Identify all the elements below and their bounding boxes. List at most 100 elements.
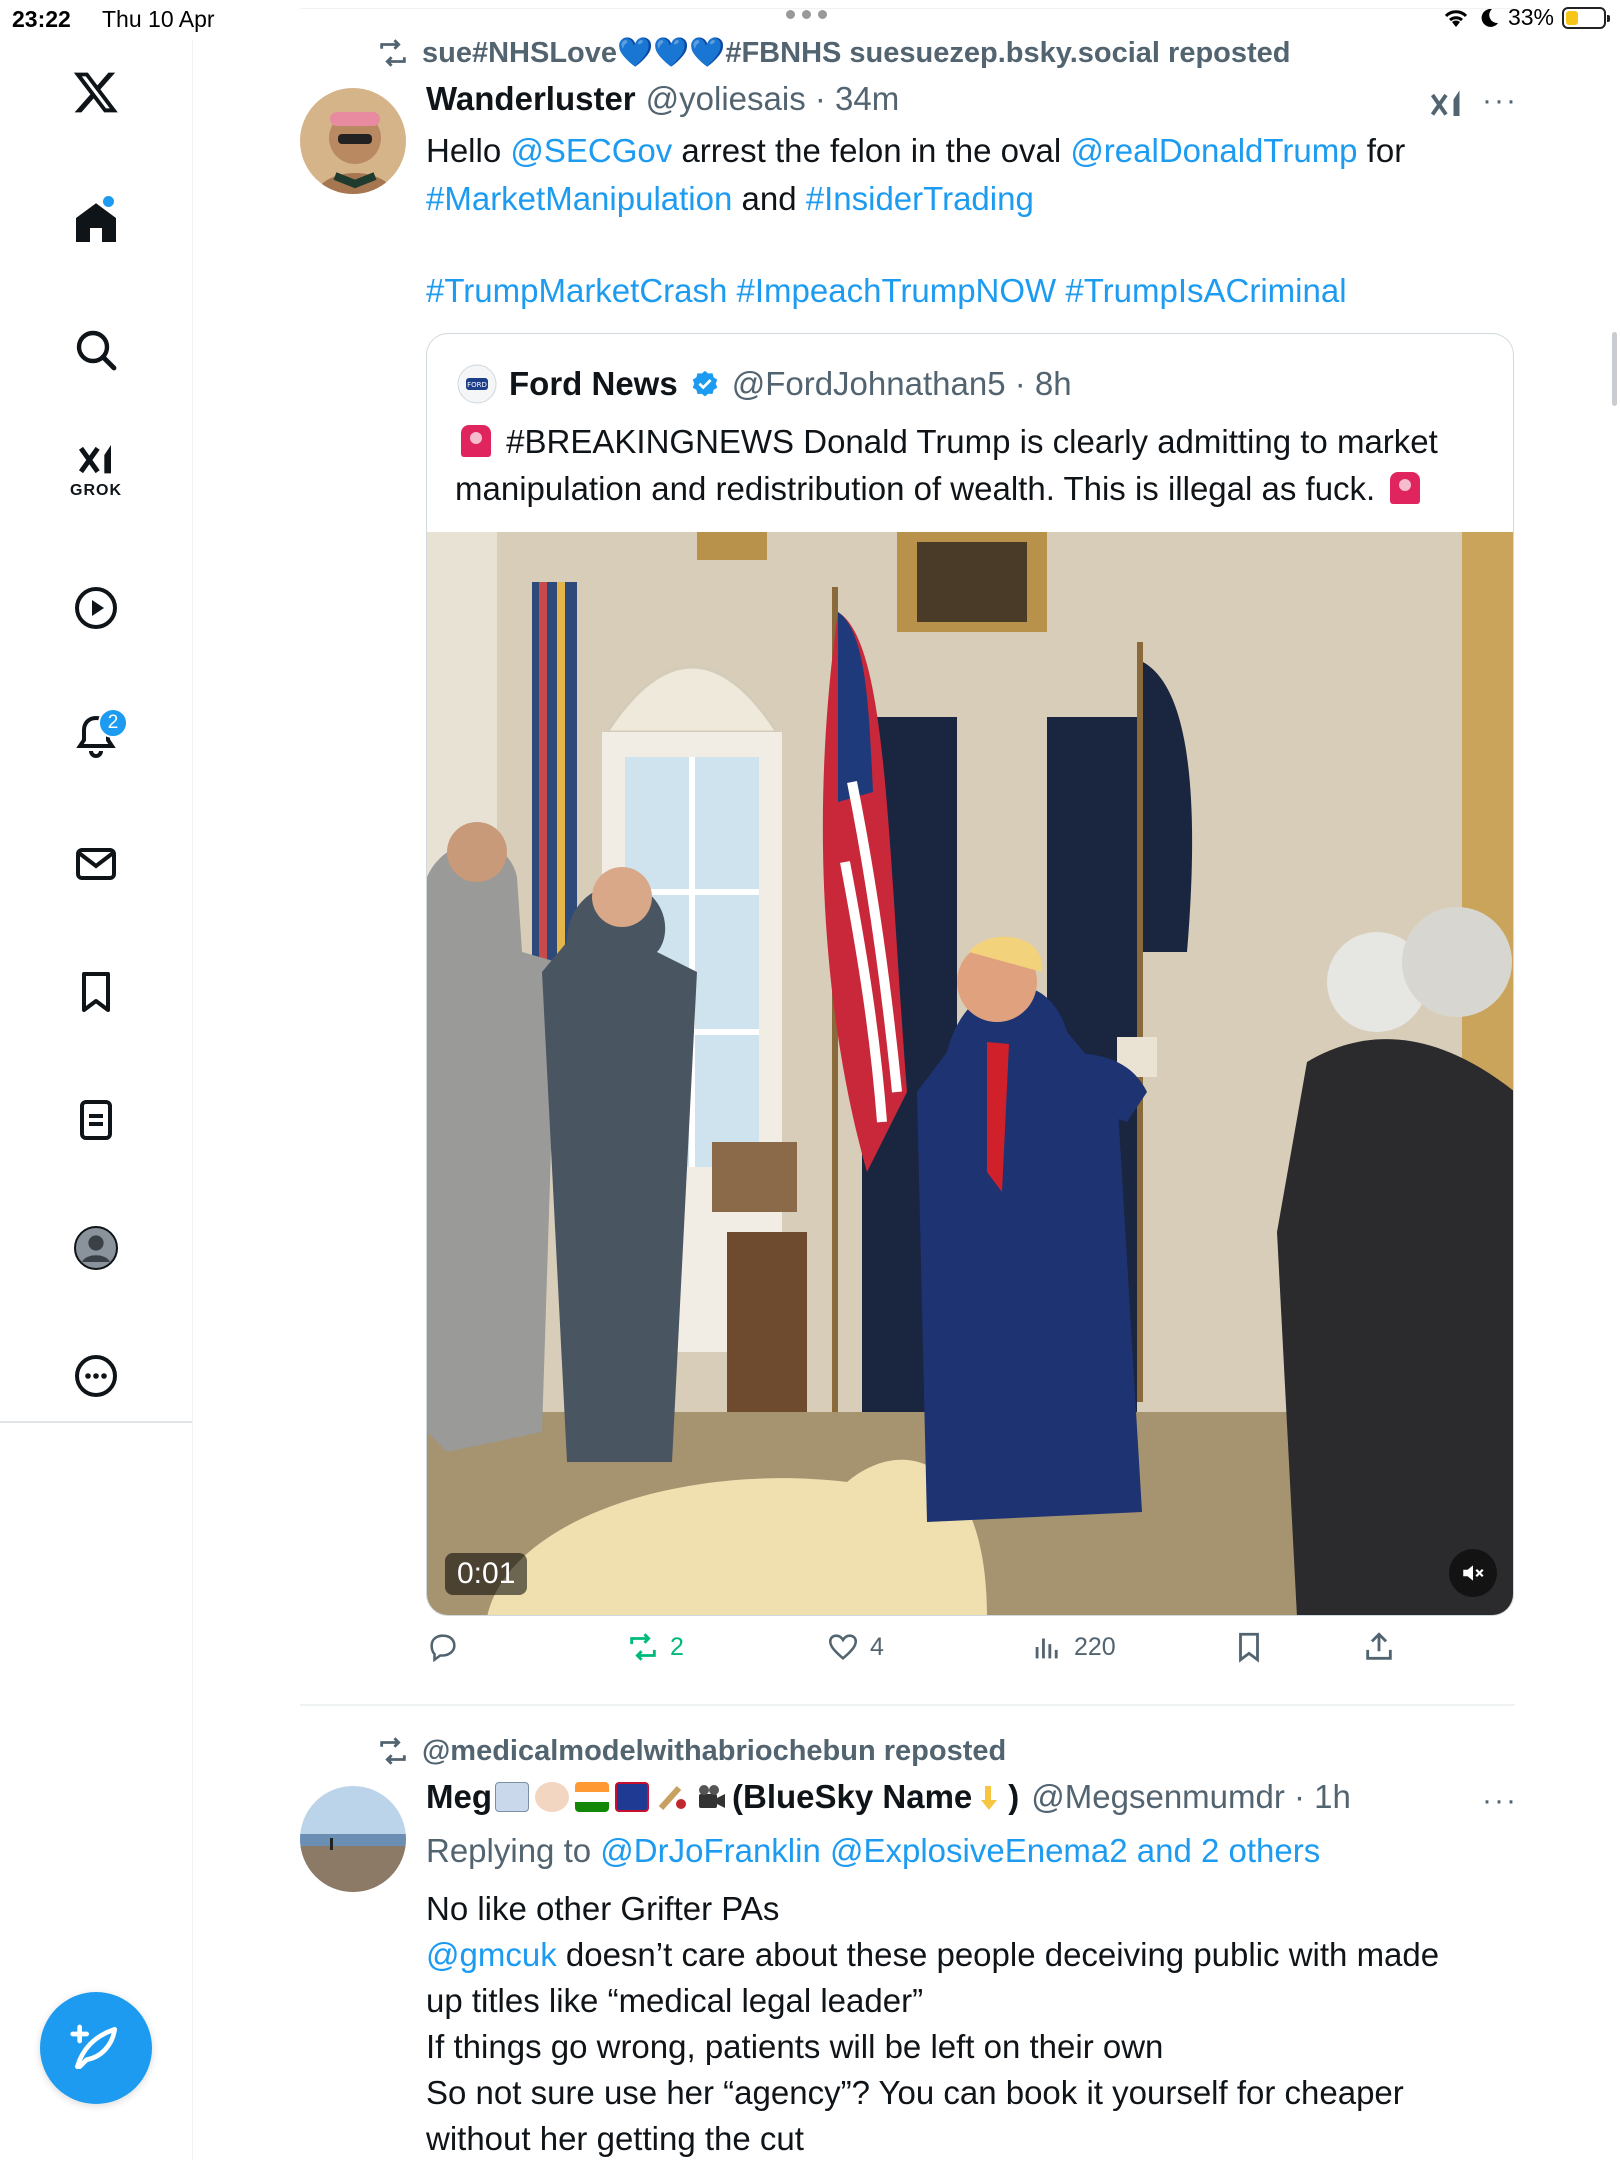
more-circle-icon (75, 1355, 117, 1397)
avatar[interactable] (300, 1786, 406, 1892)
play-circle-icon (75, 587, 117, 629)
author-name[interactable]: Wanderluster (426, 80, 636, 118)
repost-text: @medicalmodelwithabriochebun reposted (422, 1734, 1007, 1767)
post-text-line-4: If things go wrong, patients will be lef… (426, 2028, 1164, 2065)
x-logo[interactable] (56, 52, 136, 132)
sidebar-item-more[interactable] (56, 1336, 136, 1416)
speaker-muted-icon (1463, 1565, 1484, 1581)
movie-camera-emoji-icon (695, 1782, 729, 1812)
bookmark-icon (1239, 1632, 1259, 1663)
quoted-avatar[interactable]: FORD (457, 364, 497, 404)
repost-icon (380, 39, 406, 67)
repost-button[interactable]: 2 (626, 1630, 684, 1664)
grok-icon[interactable] (1428, 86, 1464, 122)
list-icon (80, 1100, 112, 1140)
cricket-emoji-icon (655, 1782, 689, 1812)
status-time: 23:22 (12, 6, 71, 32)
author-name-prefix[interactable]: Meg (426, 1778, 492, 1816)
quoted-author-handle[interactable]: @FordJohnathan5 · 8h (732, 365, 1072, 403)
hashtag-link[interactable]: #MarketManipulation (426, 180, 732, 217)
sidebar-nav: GROK 2 (0, 40, 192, 1423)
search-icon (76, 330, 117, 371)
siren-emoji-icon (1390, 472, 1421, 504)
sidebar-item-bookmarks[interactable] (56, 952, 136, 1032)
post-action-bar: 2 4 220 (426, 1630, 1426, 1680)
text-segment: for (1357, 132, 1406, 169)
sidebar-item-lists[interactable] (56, 1080, 136, 1160)
author-handle[interactable]: @yoliesais · 34m (646, 80, 900, 118)
sidebar-item-explore[interactable] (56, 310, 136, 390)
family-emoji-icon (495, 1782, 529, 1812)
mention-link[interactable]: @realDonaldTrump (1070, 132, 1357, 169)
avatar-photo (300, 1786, 406, 1892)
replying-to-label: Replying to (426, 1832, 601, 1869)
post-text-line-3: up titles like “medical legal leader” (426, 1982, 924, 2019)
share-icon (1366, 1632, 1392, 1660)
more-options-icon[interactable]: ··· (1482, 84, 1518, 118)
like-button[interactable]: 4 (826, 1630, 884, 1664)
scrollbar[interactable] (1612, 332, 1617, 406)
repost-icon (380, 1737, 406, 1765)
compose-post-button[interactable] (40, 1992, 152, 2104)
sidebar-item-home[interactable] (56, 182, 136, 262)
quoted-author-name[interactable]: Ford News (509, 365, 678, 403)
bookmark-button[interactable] (1232, 1630, 1266, 1664)
repost-attribution[interactable]: @medicalmodelwithabriochebun reposted (376, 1734, 1006, 1768)
post-text-line-2: @gmcuk doesn’t care about these people d… (426, 1932, 1439, 1978)
view-count: 220 (1074, 1632, 1116, 1661)
text-segment: arrest the felon in the oval (672, 132, 1071, 169)
sidebar-item-notifications[interactable]: 2 (56, 696, 136, 776)
quoted-post-header: FORD Ford News @FordJohnathan5 · 8h (457, 364, 1072, 404)
hashtag-links[interactable]: #TrumpMarketCrash #ImpeachTrumpNOW #Trum… (426, 268, 1347, 314)
quoted-post-text: #BREAKINGNEWS Donald Trump is clearly ad… (455, 418, 1438, 512)
feed-top-divider (300, 8, 1515, 9)
hashtag-link[interactable]: #InsiderTrading (806, 180, 1034, 217)
author-handle[interactable]: @Megsenmumdr · 1h (1031, 1778, 1351, 1816)
sidebar: GROK 2 (0, 40, 193, 2160)
mention-link[interactable]: @SECGov (510, 132, 672, 169)
more-options-icon[interactable]: ··· (1482, 1784, 1518, 1818)
author-name-suffix[interactable]: (BlueSky Name (732, 1778, 972, 1816)
repost-attribution[interactable]: sue#NHSLove💙💙💙#FBNHS suesuezep.bsky.soci… (376, 36, 1291, 70)
quoted-post-card[interactable]: FORD Ford News @FordJohnathan5 · 8h #BRE… (426, 333, 1514, 1616)
x-logo-icon (73, 72, 118, 113)
sidebar-item-videos[interactable] (56, 568, 136, 648)
sidebar-item-messages[interactable] (56, 824, 136, 904)
post-divider (300, 1704, 1515, 1706)
video-timecode: 0:01 (445, 1553, 528, 1595)
text-segment: doesn’t care about these people deceivin… (556, 1936, 1440, 1973)
india-flag-icon (575, 1782, 609, 1812)
like-count: 4 (870, 1632, 884, 1661)
wifi-icon (1444, 9, 1468, 27)
sidebar-item-profile[interactable] (56, 1208, 136, 1288)
views-button[interactable]: 220 (1030, 1630, 1116, 1664)
reply-mentions-link[interactable]: @DrJoFranklin @ExplosiveEnema2 and 2 oth… (600, 1832, 1320, 1869)
share-button[interactable] (1362, 1630, 1396, 1664)
author-name-close[interactable]: ) (1008, 1778, 1019, 1816)
repost-text: sue#NHSLove💙💙💙#FBNHS suesuezep.bsky.soci… (422, 37, 1291, 69)
avatar[interactable] (300, 88, 406, 194)
pointing-down-emoji-icon (975, 1782, 1005, 1812)
reply-icon (430, 1634, 456, 1663)
notification-badge: 2 (98, 708, 128, 738)
post-text-line-1: No like other Grifter PAs (426, 1890, 780, 1927)
verified-badge-icon (692, 370, 717, 397)
video-player[interactable]: 0:01 (427, 532, 1513, 1615)
reply-button[interactable] (426, 1630, 460, 1664)
post-text-line-2: #MarketManipulation and #InsiderTrading (426, 176, 1034, 222)
mute-button[interactable] (1449, 1549, 1497, 1597)
grok-icon (78, 445, 111, 474)
status-date: Thu 10 Apr (102, 6, 215, 32)
post-text-line-1: Hello @SECGov arrest the felon in the ov… (426, 128, 1405, 174)
post-header: Wanderluster @yoliesais · 34m (426, 80, 899, 118)
post-text-line-6: without her getting the cut (426, 2120, 804, 2157)
bookmark-icon (82, 972, 110, 1012)
heart-icon (828, 1634, 858, 1661)
health-worker-emoji-icon (535, 1782, 569, 1812)
multitask-dots-icon[interactable] (786, 10, 827, 19)
mention-link[interactable]: @gmcuk (426, 1936, 557, 1973)
sidebar-item-grok[interactable]: GROK (56, 430, 136, 510)
post-text-line-5: So not sure use her “agency”? You can bo… (426, 2074, 1404, 2111)
reply-context: Replying to @DrJoFranklin @ExplosiveEnem… (426, 1828, 1320, 1874)
uk-flag-icon (615, 1782, 649, 1812)
